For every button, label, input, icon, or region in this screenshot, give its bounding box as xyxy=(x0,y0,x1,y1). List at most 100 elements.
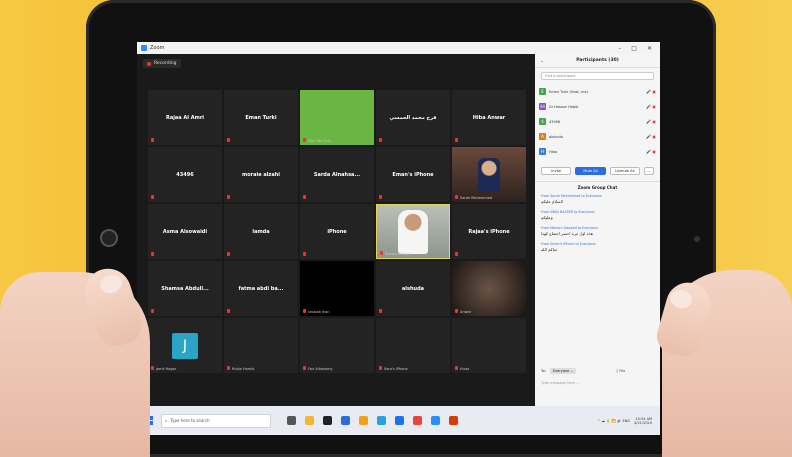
chat-sender[interactable]: From Mariam Alsayed to Everyone: xyxy=(541,226,654,230)
video-tile[interactable]: lamda xyxy=(224,204,298,259)
store-icon[interactable] xyxy=(323,416,332,425)
video-tile[interactable]: Sheikh Ahmad xyxy=(376,204,450,259)
video-tile[interactable]: Rubia Hamid xyxy=(224,318,298,373)
video-tile[interactable]: Eman Turki xyxy=(224,90,298,145)
participant-name: moraie alzahi xyxy=(242,171,280,178)
tile-caption: shubab jhan xyxy=(308,310,330,314)
minimize-button[interactable]: – xyxy=(618,45,621,52)
video-tile[interactable]: Zain Ibn Eeh... xyxy=(300,90,374,145)
recording-indicator[interactable]: Recording xyxy=(143,59,181,68)
chat-message: From Mariam Alsayed to Everyone: هذه اول … xyxy=(541,226,654,236)
chat-recipient-select[interactable]: Everyone ⌄ xyxy=(549,368,577,374)
video-tile[interactable]: Rajaa Al Amri xyxy=(148,90,222,145)
video-tile[interactable]: 43496 xyxy=(148,147,222,202)
participant-avatar: A xyxy=(539,133,546,140)
recording-dot-icon xyxy=(147,61,151,66)
mic-muted-icon xyxy=(455,366,458,370)
video-tile[interactable]: قرح محمد الحمسي xyxy=(376,90,450,145)
participant-name: Hiba Anwar xyxy=(472,114,506,121)
participant-row[interactable]: Aalshuda 🎤 ▣ xyxy=(539,129,656,144)
chat-input[interactable]: Type message here ... xyxy=(541,381,653,393)
close-button[interactable]: ✕ xyxy=(647,45,652,52)
video-tile[interactable]: Shamsa Abdull... xyxy=(148,261,222,316)
mic-muted-icon xyxy=(303,366,306,370)
task-view-icon[interactable] xyxy=(287,416,296,425)
mic-muted-icon xyxy=(303,138,306,142)
edge-icon[interactable] xyxy=(377,416,386,425)
mute-all-button[interactable]: Mute All xyxy=(575,167,606,175)
tile-caption: Anwar xyxy=(460,310,472,314)
zoom-app-icon xyxy=(141,45,147,51)
participant-name: alshuda xyxy=(549,134,563,139)
mic-camera-status-icon[interactable]: 🎤 ▣ xyxy=(646,89,656,94)
file-button[interactable]: ▯ File xyxy=(616,369,625,373)
chrome-icon[interactable] xyxy=(413,416,422,425)
teams-icon[interactable] xyxy=(431,416,440,425)
side-panel: ⌄ Participants (30) Find a participant E… xyxy=(535,54,660,406)
video-tile[interactable]: Fair Alhashmy xyxy=(300,318,374,373)
video-tile[interactable]: fatma abdi ba... xyxy=(224,261,298,316)
chat-sender[interactable]: From Sarah Mohammad to Everyone: xyxy=(541,194,654,198)
folder-icon[interactable] xyxy=(359,416,368,425)
taskbar-search-input[interactable]: ⌕ Type here to search xyxy=(161,413,271,428)
mic-camera-status-icon[interactable]: 🎤 ▣ xyxy=(646,119,656,124)
video-tile[interactable]: Anwar xyxy=(452,261,526,316)
participant-name: 43496 xyxy=(176,171,194,178)
mic-muted-icon xyxy=(379,309,382,313)
clock[interactable]: 10:54 AM 4/21/2020 xyxy=(634,417,652,425)
video-tile[interactable]: moraie alzahi xyxy=(224,147,298,202)
unmute-all-button[interactable]: Unmute All xyxy=(609,167,640,175)
more-options-button[interactable]: ... xyxy=(643,167,654,175)
maximize-button[interactable]: □ xyxy=(631,45,637,52)
zoom-window: Zoom – □ ✕ Recording Rajaa Al Amri Eman T… xyxy=(137,42,660,435)
participant-avatar: J xyxy=(172,332,198,359)
file-explorer-icon[interactable] xyxy=(305,416,314,425)
video-tile[interactable]: Eman's iPhone xyxy=(376,147,450,202)
participant-row[interactable]: H Hiba 🎤 ▣ xyxy=(539,144,656,159)
mic-muted-icon xyxy=(379,138,382,142)
tile-caption: Zain Ibn Eeh... xyxy=(308,139,334,143)
video-grid: Rajaa Al Amri Eman Turki Zain Ibn Eeh... قر… xyxy=(148,90,526,373)
mic-camera-status-icon[interactable]: 🎤 ▣ xyxy=(646,104,656,109)
participant-search-input[interactable]: Find a participant xyxy=(541,72,654,80)
tile-caption: Rubia Hamid xyxy=(232,367,255,371)
participant-name: lamda xyxy=(252,228,270,235)
participant-name: 43496 xyxy=(549,119,561,124)
taskbar-search-placeholder: Type here to search xyxy=(170,418,210,423)
video-tile[interactable]: alshuda xyxy=(376,261,450,316)
video-tile[interactable]: Sarah Mohammad xyxy=(452,147,526,202)
mic-camera-status-icon[interactable]: 🎤 ▣ xyxy=(646,134,656,139)
tablet-home-button xyxy=(100,229,118,247)
mail-icon[interactable] xyxy=(341,416,350,425)
tray-icons[interactable]: ^ ☁ 🔋 📶 🔊 ENG xyxy=(597,419,630,423)
video-tile[interactable]: Sara's iPhone xyxy=(376,318,450,373)
zoom-taskbar-icon[interactable] xyxy=(395,416,404,425)
video-tile[interactable]: shubab jhan xyxy=(300,261,374,316)
invite-button[interactable]: Invite xyxy=(541,167,572,175)
video-tile[interactable]: iPhone xyxy=(300,204,374,259)
windows-taskbar: ⌕ Type here to search ^ ☁ 🔋 📶 🔊 ENG 10:5… xyxy=(137,406,660,435)
participant-row[interactable]: 4 43496 🎤 ▣ xyxy=(539,114,656,129)
video-tile[interactable]: Asma Alsowaidi xyxy=(148,204,222,259)
participant-video xyxy=(478,157,500,192)
participant-row[interactable]: E Eman Turki (Host, me) 🎤 ▣ xyxy=(539,84,656,99)
mic-muted-icon xyxy=(227,309,230,313)
recording-label: Recording xyxy=(154,61,177,66)
mic-muted-icon xyxy=(151,252,154,256)
tile-caption: Fair Alhashmy xyxy=(308,367,333,371)
video-tile[interactable]: J Jamil Hagar xyxy=(148,318,222,373)
mic-camera-status-icon[interactable]: 🎤 ▣ xyxy=(646,149,656,154)
chat-title: Zoom Group Chat xyxy=(535,181,660,192)
chevron-down-icon[interactable]: ⌄ xyxy=(540,58,544,64)
video-tile[interactable]: Rajaa's iPhone xyxy=(452,204,526,259)
chat-sender[interactable]: From IMAN NASSER to Everyone: xyxy=(541,210,654,214)
video-tile[interactable]: Sarda Alnahsa... xyxy=(300,147,374,202)
video-tile[interactable]: Huda xyxy=(452,318,526,373)
office-icon[interactable] xyxy=(449,416,458,425)
chat-sender[interactable]: From Eman's iPhone to Everyone: xyxy=(541,242,654,246)
tile-caption: Huda xyxy=(460,367,470,371)
video-tile[interactable]: Hiba Anwar xyxy=(452,90,526,145)
participant-row[interactable]: AA Dr Hassan Habib 🎤 ▣ xyxy=(539,99,656,114)
participant-name: Dr Hassan Habib xyxy=(549,104,579,109)
mic-muted-icon xyxy=(303,252,306,256)
